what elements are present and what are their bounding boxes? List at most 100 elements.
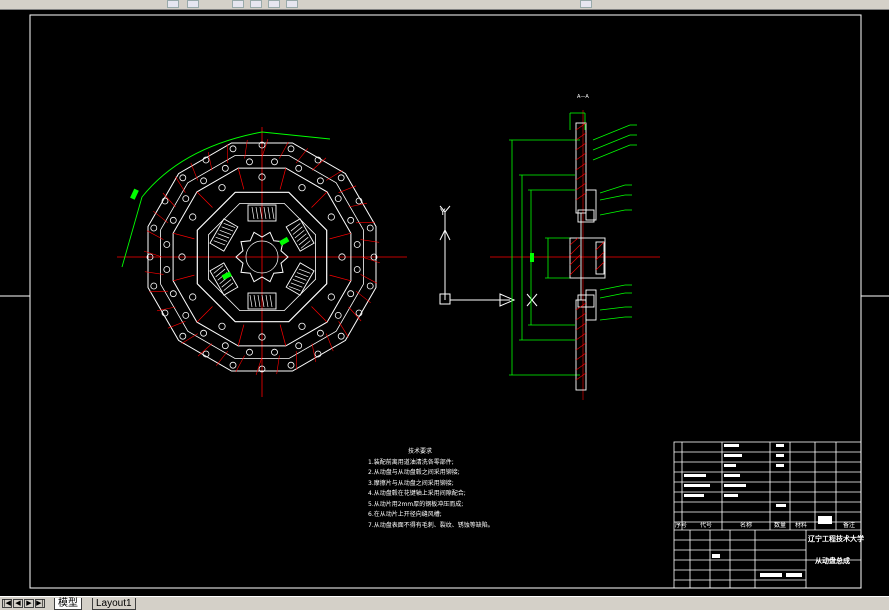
notes-title: 技术要求 bbox=[408, 448, 433, 455]
next-tab-button[interactable]: ▶ bbox=[24, 599, 34, 608]
hatch-line bbox=[237, 324, 245, 346]
section-label: A—A bbox=[577, 94, 589, 100]
hatch-line bbox=[190, 162, 198, 181]
rivet-hole bbox=[334, 195, 342, 202]
note-line: 5.从动片用2mm厚的钢板冲压而成; bbox=[368, 500, 464, 508]
hatch-line bbox=[329, 232, 351, 240]
ucs-icon bbox=[439, 205, 538, 307]
rivet-hole bbox=[298, 184, 306, 192]
layout-tab-bar: |◀ ◀ ▶ ▶| 模型 Layout1 bbox=[0, 596, 889, 610]
rivet-hole bbox=[366, 282, 374, 290]
hatch-line bbox=[279, 141, 289, 159]
rivet-hole bbox=[347, 290, 355, 298]
hatch-line bbox=[196, 191, 213, 208]
last-tab-button[interactable]: ▶| bbox=[35, 599, 45, 608]
clutch-disc-view bbox=[117, 127, 407, 397]
section-view: A—A bbox=[490, 94, 660, 400]
hatch-line bbox=[235, 355, 245, 373]
col-label: 序号 bbox=[675, 522, 688, 529]
rivet-hole bbox=[327, 213, 335, 221]
rivet-hole bbox=[317, 329, 324, 337]
hatch-line bbox=[360, 274, 378, 284]
rivet-hole bbox=[150, 224, 158, 232]
section-dimensions bbox=[509, 112, 637, 376]
rivet-hole bbox=[366, 224, 374, 232]
hatch-line bbox=[173, 274, 195, 282]
rivet-hole bbox=[246, 158, 253, 166]
col-label: 代号 bbox=[700, 522, 713, 529]
damper-spring bbox=[285, 218, 315, 252]
rivet-hole bbox=[271, 348, 278, 356]
rivet-hole bbox=[287, 361, 295, 369]
rivet-hole bbox=[150, 282, 158, 290]
toolbar-button[interactable] bbox=[268, 0, 280, 8]
damper-spring bbox=[285, 262, 315, 296]
rivet-hole bbox=[182, 312, 190, 319]
note-line: 2.从动盘与从动盘毂之间采用铆接; bbox=[368, 469, 460, 476]
rivet-hole bbox=[271, 158, 278, 166]
rivet-hole bbox=[218, 184, 226, 192]
section-hatch bbox=[569, 122, 605, 381]
rivet-hole bbox=[287, 145, 295, 153]
title-block bbox=[673, 441, 862, 589]
school-name: 辽宁工程技术大学 bbox=[808, 535, 864, 543]
hatch-line bbox=[348, 306, 362, 322]
rivet-hole bbox=[295, 164, 303, 172]
toolbar-button[interactable] bbox=[286, 0, 298, 8]
toolbar-button[interactable] bbox=[250, 0, 262, 8]
note-line: 1.装配前离用道油清洗各零部件; bbox=[368, 458, 454, 466]
toolbar-button[interactable] bbox=[232, 0, 244, 8]
rivet-hole bbox=[229, 361, 237, 369]
rivet-hole bbox=[189, 213, 197, 221]
dimension-text bbox=[279, 236, 290, 246]
rivet-hole bbox=[337, 332, 345, 340]
dimension-text bbox=[530, 253, 534, 262]
rivet-hole bbox=[182, 195, 190, 202]
hatch-line bbox=[167, 321, 186, 329]
rivet-hole bbox=[221, 164, 229, 172]
rivet-hole bbox=[179, 174, 187, 182]
hatch-line bbox=[311, 191, 328, 208]
hatch-line bbox=[311, 157, 327, 171]
toolbar-button[interactable] bbox=[187, 0, 199, 8]
toolbar-button[interactable] bbox=[580, 0, 592, 8]
rivet-hole bbox=[169, 216, 177, 224]
rivet-hole bbox=[169, 290, 177, 298]
toolbar-button[interactable] bbox=[167, 0, 179, 8]
rivet-hole bbox=[347, 216, 355, 224]
tab-model[interactable]: 模型 bbox=[54, 598, 82, 610]
col-label: 名称 bbox=[740, 522, 753, 529]
rivet-hole bbox=[221, 342, 229, 350]
hatch-line bbox=[153, 210, 169, 224]
hatch-line bbox=[338, 185, 357, 193]
title-block-fill bbox=[684, 444, 832, 577]
rivet-hole bbox=[200, 329, 207, 337]
col-label: 数量 bbox=[774, 522, 787, 529]
hatch-line bbox=[215, 350, 229, 366]
tab-layout1[interactable]: Layout1 bbox=[92, 598, 136, 610]
rivet-hole bbox=[317, 177, 324, 185]
hatch-line bbox=[162, 192, 176, 208]
rivet-hole bbox=[163, 241, 171, 248]
prev-tab-button[interactable]: ◀ bbox=[13, 599, 23, 608]
rivet-hole bbox=[334, 312, 342, 319]
first-tab-button[interactable]: |◀ bbox=[2, 599, 12, 608]
hatch-line bbox=[355, 290, 371, 304]
note-line: 7.从动盘表面不得有毛刺、裂纹、锈蚀等缺陷。 bbox=[368, 521, 494, 529]
rivet-hole bbox=[353, 266, 361, 273]
rivet-hole bbox=[246, 348, 253, 356]
hatch-line bbox=[279, 324, 287, 346]
hatch-line bbox=[197, 343, 213, 357]
hatch-line bbox=[237, 168, 245, 190]
dimension-text bbox=[130, 188, 139, 200]
rivet-hole bbox=[229, 145, 237, 153]
hatch-line bbox=[329, 274, 351, 282]
technical-notes: 技术要求 1.装配前离用道油清洗各零部件; 2.从动盘与从动盘毂之间采用铆接; … bbox=[368, 447, 668, 531]
col-label: 材料 bbox=[795, 522, 808, 529]
col-label: 备注 bbox=[843, 522, 856, 529]
note-line: 6.在从动片上开径向缝风槽; bbox=[368, 511, 442, 518]
hatch-line bbox=[295, 148, 309, 164]
note-line: 4.从动盘毂在花键轴上采用间隙配合; bbox=[368, 490, 466, 497]
ucs-y-label: Y bbox=[439, 208, 446, 218]
rivet-hole bbox=[200, 177, 207, 185]
